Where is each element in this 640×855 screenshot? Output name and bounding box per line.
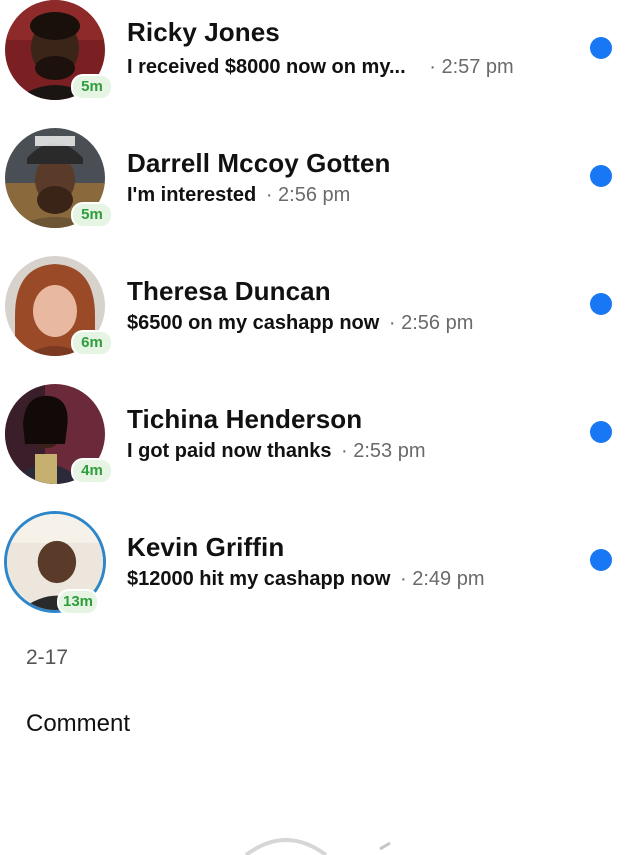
separator-dot: · bbox=[341, 440, 348, 462]
unread-indicator-icon bbox=[590, 165, 612, 187]
home-indicator-icon bbox=[244, 838, 328, 855]
conversation-row[interactable]: 13m Kevin Griffin $12000 hit my cashapp … bbox=[0, 512, 640, 640]
unread-indicator-icon bbox=[590, 549, 612, 571]
message-preview-line: I received $8000 now on my... · 2:57 pm bbox=[127, 56, 514, 79]
contact-name: Tichina Henderson bbox=[127, 404, 363, 434]
message-preview: I received $8000 now on my... bbox=[127, 56, 406, 78]
separator-dot: · bbox=[388, 312, 396, 334]
unread-indicator-icon bbox=[590, 421, 612, 443]
active-time-badge: 13m bbox=[57, 589, 100, 615]
separator-dot: · bbox=[429, 56, 436, 78]
contact-name: Ricky Jones bbox=[127, 17, 280, 47]
partial-icon bbox=[379, 841, 391, 851]
message-preview-line: I got paid now thanks · 2:53 pm bbox=[127, 440, 426, 463]
separator-dot: · bbox=[400, 568, 407, 590]
message-preview-line: $6500 on my cashapp now · 2:56 pm bbox=[127, 312, 473, 335]
comment-button[interactable]: Comment bbox=[26, 710, 130, 738]
chat-list-screen: 5m Ricky Jones I received $8000 now on m… bbox=[0, 0, 640, 855]
message-time: 2:56 pm bbox=[278, 184, 351, 206]
unread-indicator-icon bbox=[590, 293, 612, 315]
conversation-row[interactable]: 4m Tichina Henderson I got paid now than… bbox=[0, 384, 640, 512]
message-time: 2:49 pm bbox=[412, 568, 485, 590]
contact-name: Theresa Duncan bbox=[127, 276, 331, 306]
message-time: 2:53 pm bbox=[353, 440, 426, 462]
unread-indicator-icon bbox=[590, 37, 612, 59]
message-time: 2:57 pm bbox=[441, 56, 514, 78]
conversation-row[interactable]: 5m Darrell Mccoy Gotten I'm interested ·… bbox=[0, 128, 640, 256]
avatar[interactable]: 5m bbox=[5, 128, 113, 230]
conversation-row[interactable]: 5m Ricky Jones I received $8000 now on m… bbox=[0, 0, 640, 128]
message-preview: $12000 hit my cashapp now bbox=[127, 568, 391, 590]
message-preview: I got paid now thanks bbox=[127, 440, 332, 462]
active-time-badge: 5m bbox=[71, 202, 113, 228]
message-preview: I'm interested bbox=[127, 184, 257, 206]
avatar[interactable]: 6m bbox=[5, 256, 113, 358]
message-preview-line: $12000 hit my cashapp now · 2:49 pm bbox=[127, 568, 485, 591]
bottom-bar bbox=[0, 819, 640, 855]
avatar[interactable]: 4m bbox=[5, 384, 113, 486]
message-preview: $6500 on my cashapp now bbox=[127, 312, 380, 334]
active-time-badge: 4m bbox=[71, 458, 113, 484]
contact-name: Darrell Mccoy Gotten bbox=[127, 148, 391, 178]
active-time-badge: 5m bbox=[71, 74, 113, 100]
post-date: 2-17 bbox=[26, 646, 69, 669]
separator-dot: · bbox=[265, 184, 273, 206]
message-preview-line: I'm interested · 2:56 pm bbox=[127, 184, 350, 207]
active-time-badge: 6m bbox=[71, 330, 113, 356]
avatar[interactable]: 5m bbox=[5, 0, 113, 102]
contact-name: Kevin Griffin bbox=[127, 532, 285, 562]
message-time: 2:56 pm bbox=[401, 312, 474, 334]
conversation-row[interactable]: 6m Theresa Duncan $6500 on my cashapp no… bbox=[0, 256, 640, 384]
avatar[interactable]: 13m bbox=[5, 512, 107, 615]
